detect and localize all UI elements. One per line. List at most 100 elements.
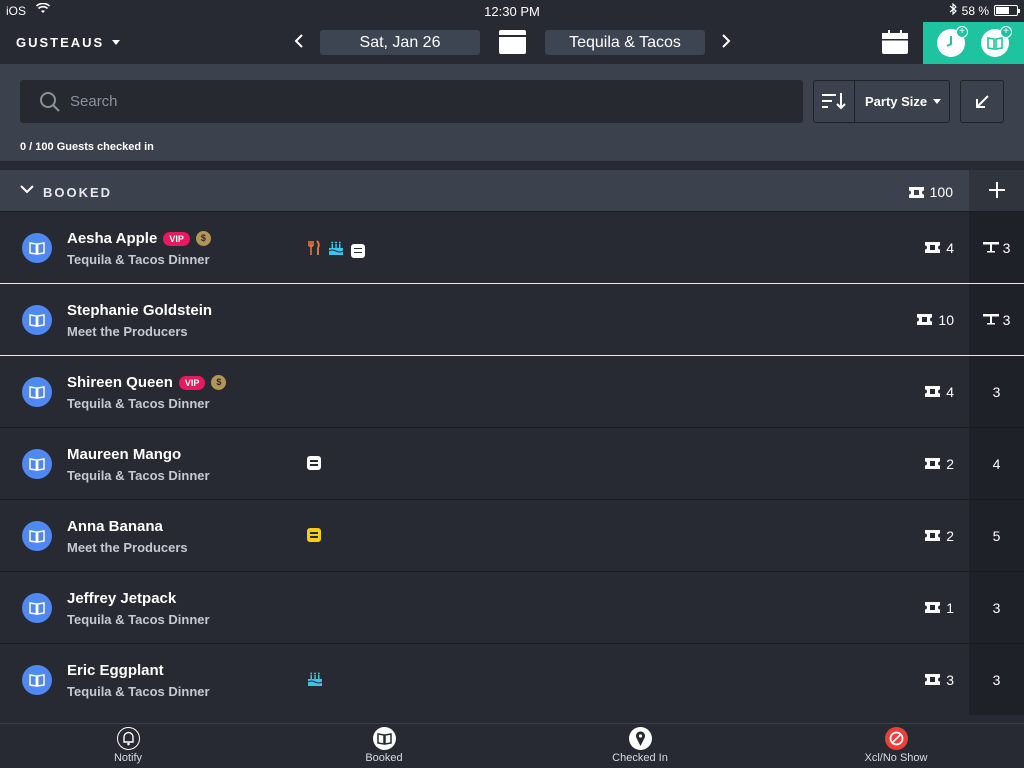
table-icon bbox=[982, 312, 999, 328]
sort-field-label: Party Size bbox=[865, 94, 928, 109]
guest-row[interactable]: Jeffrey Jetpack Tequila & Tacos Dinner 1 3 bbox=[0, 571, 1024, 643]
table-number: 3 bbox=[1002, 240, 1011, 256]
table-number: 5 bbox=[992, 528, 1001, 544]
cake-icon bbox=[328, 241, 344, 261]
guest-row[interactable]: Aesha Apple VIP $ Tequila & Tacos Dinner 4 3 bbox=[0, 211, 1024, 283]
guest-event: Tequila & Tacos Dinner bbox=[67, 468, 210, 483]
party-size: 2 bbox=[925, 528, 954, 544]
plus-icon: + bbox=[1000, 26, 1012, 38]
guest-row[interactable]: Eric Eggplant Tequila & Tacos Dinner 3 3 bbox=[0, 643, 1024, 715]
table-cell[interactable]: 3 bbox=[969, 284, 1024, 355]
sort-group: Party Size bbox=[813, 80, 950, 123]
event-selector[interactable]: Tequila & Tacos bbox=[545, 30, 705, 55]
party-size-value: 4 bbox=[946, 384, 954, 400]
calendar-view-icon[interactable] bbox=[499, 30, 526, 54]
guest-event: Tequila & Tacos Dinner bbox=[67, 252, 210, 267]
table-cell[interactable]: 3 bbox=[969, 212, 1024, 283]
guest-event: Meet the Producers bbox=[67, 324, 188, 339]
note-icon bbox=[351, 243, 365, 258]
book-icon bbox=[372, 727, 396, 750]
table-cell[interactable]: 5 bbox=[969, 500, 1024, 571]
pin-icon bbox=[628, 727, 652, 750]
party-size-value: 4 bbox=[946, 240, 954, 256]
add-waitlist-button[interactable]: + bbox=[937, 26, 968, 57]
guest-name: Anna Banana bbox=[67, 518, 163, 535]
guest-list: Aesha Apple VIP $ Tequila & Tacos Dinner 4 3 S… bbox=[0, 211, 1024, 715]
tab-cancel-no-show[interactable]: Xcl/No Show bbox=[768, 727, 1024, 764]
booking-avatar-icon bbox=[22, 233, 52, 263]
plus-icon bbox=[988, 182, 1005, 198]
booking-avatar-icon bbox=[22, 593, 52, 623]
chevron-right-icon bbox=[722, 34, 731, 48]
party-size: 4 bbox=[925, 384, 954, 400]
guest-tags bbox=[307, 672, 323, 692]
guest-name: Aesha Apple bbox=[67, 230, 158, 247]
guest-event: Meet the Producers bbox=[67, 540, 188, 555]
party-size: 4 bbox=[925, 240, 954, 256]
app-root: iOS 12:30 PM 58 % GUSTEAUS Sat, Jan 26 T… bbox=[0, 0, 1024, 768]
status-bar: iOS 12:30 PM 58 % bbox=[0, 0, 1024, 22]
checked-in-summary: 0 / 100 Guests checked in bbox=[20, 141, 154, 153]
guest-row[interactable]: Anna Banana Meet the Producers 2 5 bbox=[0, 499, 1024, 571]
vip-badge: VIP bbox=[178, 375, 206, 390]
tab-booked[interactable]: Booked bbox=[256, 727, 512, 764]
section-guest-count: 100 bbox=[908, 184, 953, 200]
table-cell[interactable]: 3 bbox=[969, 572, 1024, 643]
search-panel: Party Size 0 / 100 Guests checked in bbox=[0, 64, 1024, 161]
guest-row[interactable]: Stephanie Goldstein Meet the Producers 10 3 bbox=[0, 283, 1024, 355]
guest-row[interactable]: Maureen Mango Tequila & Tacos Dinner 2 4 bbox=[0, 427, 1024, 499]
cancel-icon bbox=[884, 727, 908, 750]
guest-row[interactable]: Shireen Queen VIP $ Tequila & Tacos Dinner 4… bbox=[0, 355, 1024, 427]
party-size-value: 10 bbox=[938, 312, 954, 328]
quick-add-panel: + + bbox=[923, 22, 1024, 64]
tab-checked-in[interactable]: Checked In bbox=[512, 727, 768, 764]
table-cell[interactable]: 3 bbox=[969, 356, 1024, 427]
booking-avatar-icon bbox=[22, 665, 52, 695]
table-number: 3 bbox=[992, 384, 1001, 400]
add-booking-button[interactable]: + bbox=[981, 26, 1012, 57]
guest-name-line: Maureen Mango bbox=[67, 446, 181, 463]
calendar-button[interactable] bbox=[881, 29, 909, 55]
table-number: 4 bbox=[992, 456, 1001, 472]
table-number: 3 bbox=[1002, 312, 1011, 328]
bluetooth-icon bbox=[949, 2, 957, 18]
search-input[interactable] bbox=[70, 80, 770, 123]
table-cell[interactable]: 3 bbox=[969, 644, 1024, 715]
search-box[interactable] bbox=[20, 80, 803, 123]
clock: 12:30 PM bbox=[484, 4, 540, 19]
venue-selector[interactable]: GUSTEAUS bbox=[16, 35, 121, 50]
sort-field-dropdown[interactable]: Party Size bbox=[865, 94, 942, 109]
add-guest-button[interactable] bbox=[969, 170, 1024, 211]
guest-event: Tequila & Tacos Dinner bbox=[67, 612, 210, 627]
table-number: 3 bbox=[992, 672, 1001, 688]
party-size: 1 bbox=[925, 600, 954, 616]
ticket-icon bbox=[925, 600, 941, 616]
booked-section-header[interactable]: BOOKED 100 bbox=[0, 170, 1024, 211]
ticket-icon bbox=[917, 312, 933, 328]
previous-day-button[interactable] bbox=[289, 32, 309, 55]
booking-avatar-icon bbox=[22, 305, 52, 335]
ticket-icon bbox=[925, 240, 941, 256]
guest-name: Maureen Mango bbox=[67, 446, 182, 463]
guest-name-line: Aesha Apple VIP $ bbox=[67, 230, 211, 247]
fork-knife-icon bbox=[307, 240, 321, 261]
guest-tags bbox=[307, 528, 321, 542]
table-icon bbox=[982, 240, 999, 256]
sort-icon bbox=[822, 93, 846, 110]
sort-direction-button[interactable] bbox=[822, 92, 846, 115]
table-cell[interactable]: 4 bbox=[969, 428, 1024, 499]
vip-badge: VIP bbox=[163, 231, 190, 246]
booking-avatar-icon bbox=[22, 521, 52, 551]
cake-icon bbox=[307, 672, 323, 692]
guest-name-line: Stephanie Goldstein bbox=[67, 302, 212, 319]
bell-icon bbox=[116, 727, 140, 750]
guest-name-line: Jeffrey Jetpack bbox=[67, 590, 176, 607]
guest-name-line: Eric Eggplant bbox=[67, 662, 164, 679]
tab-label: Booked bbox=[365, 752, 403, 764]
collapse-button[interactable] bbox=[960, 80, 1004, 123]
date-selector[interactable]: Sat, Jan 26 bbox=[320, 30, 480, 55]
next-day-button[interactable] bbox=[716, 32, 736, 55]
battery-percent: 58 % bbox=[961, 3, 989, 18]
tab-notify[interactable]: Notify bbox=[0, 727, 256, 764]
booking-avatar-icon bbox=[22, 377, 52, 407]
